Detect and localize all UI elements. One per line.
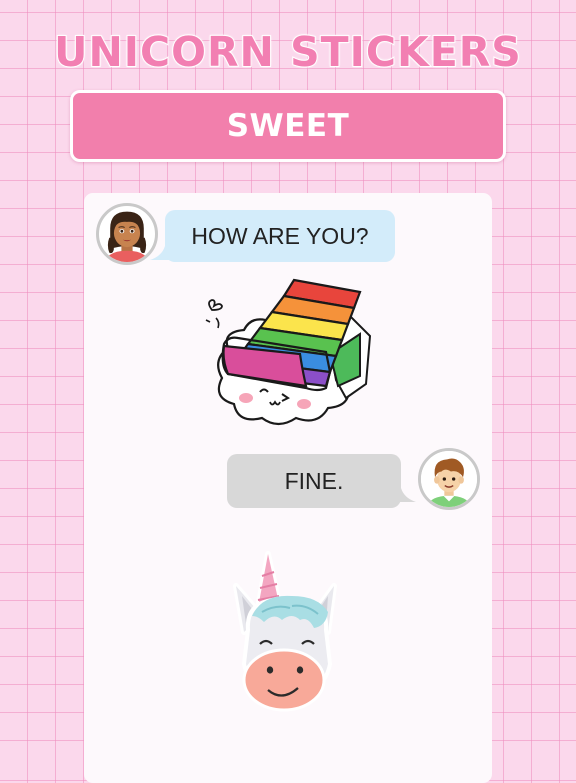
unicorn-face-sticker[interactable] bbox=[222, 546, 352, 720]
outgoing-message-bubble: FINE. bbox=[227, 454, 401, 508]
bubble-tail-outgoing bbox=[396, 488, 416, 502]
rainbow-sushi-sticker[interactable] bbox=[198, 274, 380, 436]
boy-avatar-icon bbox=[418, 448, 480, 510]
outgoing-message-text: FINE. bbox=[284, 467, 344, 494]
category-banner-button[interactable]: SWEET bbox=[70, 90, 506, 162]
category-label: SWEET bbox=[226, 108, 350, 144]
incoming-message-text: HOW ARE YOU? bbox=[191, 222, 369, 249]
incoming-message-bubble: HOW ARE YOU? bbox=[165, 210, 395, 262]
page-title: UNICORN STICKERS bbox=[53, 27, 522, 77]
